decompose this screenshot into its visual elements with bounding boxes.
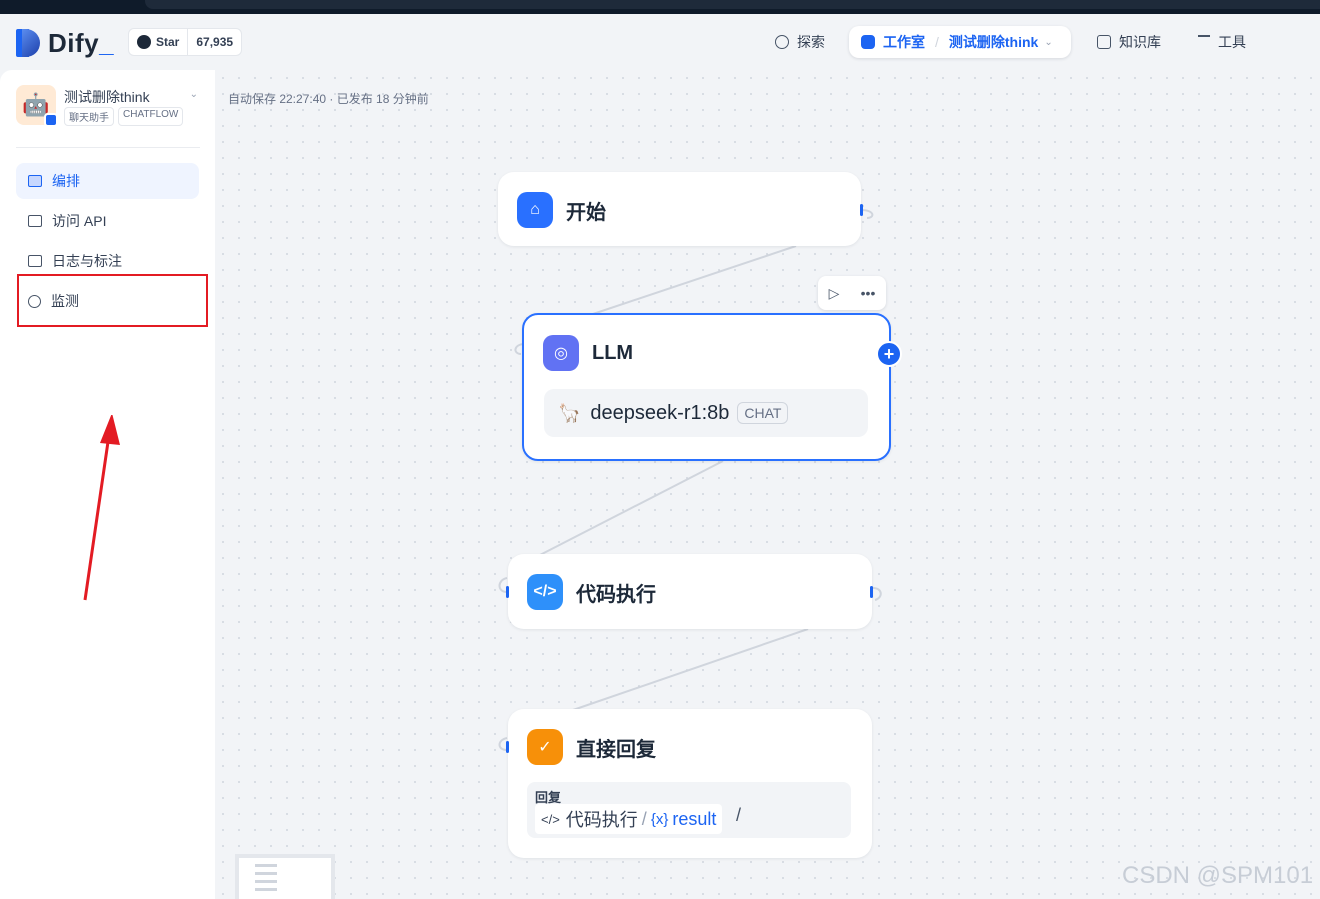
app-name: 测试删除think	[64, 89, 150, 105]
node-start[interactable]: ⌂ 开始	[498, 172, 863, 246]
app-tag: 聊天助手	[64, 107, 114, 126]
chat-badge-icon	[44, 113, 58, 127]
minimap[interactable]	[235, 854, 335, 899]
nav-studio[interactable]: 工作室 / 测试删除think ⌄	[849, 26, 1071, 58]
edge-start-llm	[589, 245, 797, 316]
sidebar-divider	[16, 147, 200, 148]
hammer-icon	[1198, 35, 1210, 49]
edge-llm-code	[537, 460, 724, 557]
variable-reference: </> 代码执行 / {x} result	[535, 804, 723, 834]
run-icon[interactable]: ▷	[829, 285, 840, 302]
app-info[interactable]: 🤖 测试删除think ⌄ 聊天助手 CHATFLOW	[16, 85, 200, 145]
variable-icon: {x}	[650, 810, 669, 828]
robot-icon	[861, 35, 875, 49]
chevron-down-icon[interactable]: ⌄	[1044, 37, 1052, 48]
dify-logo-icon	[16, 29, 40, 57]
annotation-highlight-box	[17, 274, 208, 327]
node-answer[interactable]: ✓ 直接回复 回复 </> 代码执行 / {x} result /	[506, 709, 872, 858]
nav-knowledge[interactable]: 知识库	[1097, 26, 1161, 58]
llama-icon: 🦙	[558, 402, 581, 423]
node-toolbar: ▷ •••	[818, 276, 886, 310]
output-handle[interactable]	[870, 586, 873, 598]
node-title: 开始	[566, 201, 606, 224]
message-check-icon: ✓	[527, 729, 563, 765]
book-icon	[1097, 35, 1111, 49]
input-handle[interactable]	[506, 741, 509, 753]
node-title: 直接回复	[576, 738, 656, 761]
sidebar-item-api[interactable]: 访问 API	[16, 203, 199, 239]
code-icon: </>	[541, 811, 560, 827]
model-name: deepseek-r1:8b	[590, 401, 730, 424]
dify-logo[interactable]: Dify_	[16, 28, 114, 58]
compass-icon	[775, 35, 789, 49]
node-llm[interactable]: ◎ LLM 🦙 deepseek-r1:8b CHAT	[522, 313, 891, 461]
nav-explore[interactable]: 探索	[775, 26, 825, 58]
text-separator: /	[736, 805, 742, 825]
more-icon[interactable]: •••	[861, 285, 876, 301]
variable-name: result	[672, 808, 717, 829]
code-icon: </>	[527, 574, 563, 610]
sidebar-item-orchestrate[interactable]: 编排	[16, 163, 199, 199]
node-title: 代码执行	[576, 583, 656, 606]
annotation-arrow	[83, 415, 120, 601]
brain-icon: ◎	[543, 335, 579, 371]
node-title: LLM	[592, 341, 634, 364]
reply-content: 回复 </> 代码执行 / {x} result /	[527, 782, 851, 838]
workflow-canvas[interactable]: 自动保存 22:27:40 · 已发布 18 分钟前 ⌂ 开始 ▷ ••• ◎ …	[215, 70, 1320, 899]
studio-label: 工作室	[883, 34, 925, 50]
model-mode-tag: CHAT	[737, 402, 789, 424]
add-node-button[interactable]: +	[876, 341, 902, 367]
watermark: CSDN @SPM101	[1122, 862, 1314, 889]
breadcrumb-separator: /	[935, 34, 939, 50]
app-tag: CHATFLOW	[118, 107, 184, 126]
edge-code-answer	[572, 628, 809, 711]
nav-tools[interactable]: 工具	[1198, 26, 1246, 58]
node-code[interactable]: </> 代码执行	[506, 554, 873, 629]
brand-name: Dify_	[48, 27, 115, 58]
github-star-count: 67,935	[196, 35, 234, 49]
app-tags: 聊天助手 CHATFLOW	[64, 107, 184, 126]
browser-strip	[0, 0, 1320, 14]
variable-node-name: 代码执行	[565, 810, 638, 830]
browser-url-bar[interactable]	[145, 0, 1320, 9]
document-icon	[28, 255, 42, 267]
current-app-crumb[interactable]: 测试删除think	[949, 32, 1038, 52]
top-header: Dify_ Star 67,935 探索 工作室 / 测试删除think ⌄ 知…	[0, 14, 1320, 70]
layout-icon	[28, 175, 42, 187]
github-star: Star	[129, 29, 189, 55]
chevron-down-icon[interactable]: ⌄	[190, 89, 198, 100]
output-handle[interactable]	[860, 204, 863, 216]
sidebar: 🤖 测试删除think ⌄ 聊天助手 CHATFLOW 编排 访问 API 日志…	[0, 70, 215, 899]
github-icon	[137, 35, 151, 49]
github-star-button[interactable]: Star 67,935	[128, 28, 243, 56]
variable-separator: /	[641, 808, 647, 829]
input-handle[interactable]	[506, 586, 509, 598]
terminal-icon	[28, 215, 42, 227]
home-icon: ⌂	[517, 192, 553, 228]
model-selector[interactable]: 🦙 deepseek-r1:8b CHAT	[544, 389, 868, 437]
